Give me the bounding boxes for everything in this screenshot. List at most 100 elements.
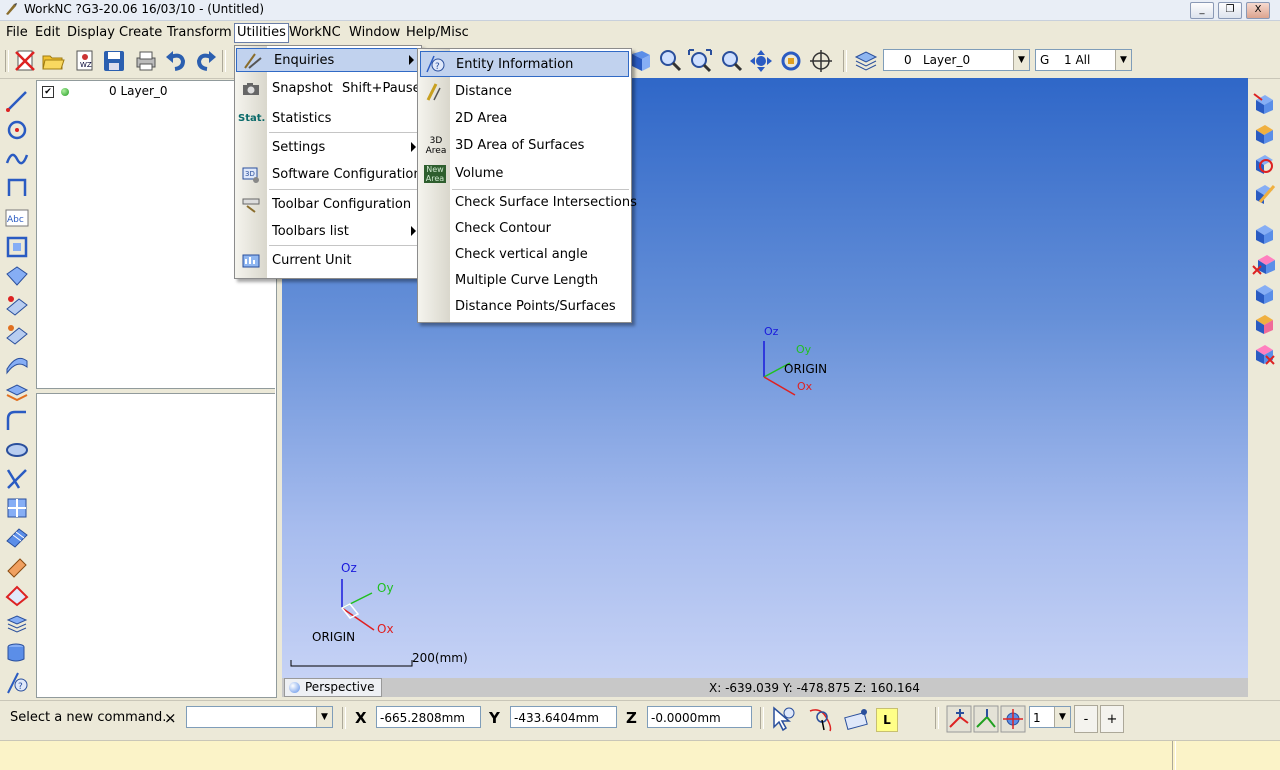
- menu-item-check-vertical-angle[interactable]: Check vertical angle: [418, 243, 631, 267]
- intersect-tool-icon[interactable]: [5, 467, 29, 491]
- fillet-tool-icon[interactable]: [5, 409, 29, 433]
- crosshair-icon[interactable]: [808, 48, 834, 74]
- menu-item-statistics[interactable]: Stat. Statistics: [235, 107, 421, 131]
- plane-tool-icon[interactable]: [5, 583, 29, 607]
- tab-perspective[interactable]: Perspective: [284, 678, 382, 697]
- undo-icon[interactable]: [163, 48, 189, 74]
- menu-window[interactable]: Window: [347, 24, 402, 42]
- ellipse-tool-icon[interactable]: [5, 438, 29, 462]
- database-tool-icon[interactable]: [5, 641, 29, 665]
- text-tool-icon[interactable]: Abc: [5, 206, 29, 230]
- menu-edit[interactable]: Edit: [33, 24, 62, 42]
- x-coordinate-input[interactable]: -665.2808mm: [376, 706, 481, 728]
- snap-stepper-select[interactable]: 1 ▼: [1029, 706, 1071, 728]
- menu-item-volume[interactable]: New Area Volume: [418, 162, 631, 186]
- solid-rotate-icon[interactable]: [1252, 152, 1276, 176]
- spline-tool-icon[interactable]: [5, 147, 29, 171]
- solid-color-icon[interactable]: [1252, 312, 1276, 336]
- solid-info-icon[interactable]: [1252, 222, 1276, 246]
- layer-select[interactable]: 0 Layer_0 ▼: [883, 49, 1030, 71]
- open-folder-icon[interactable]: [40, 48, 66, 74]
- zoom-icon[interactable]: [718, 48, 744, 74]
- layer-visible-checkbox[interactable]: ✔: [42, 86, 54, 98]
- surface-tool-icon[interactable]: [5, 264, 29, 288]
- circle-tool-icon[interactable]: [5, 118, 29, 142]
- increment-button[interactable]: +: [1100, 705, 1124, 733]
- zoom-window-icon[interactable]: [657, 48, 683, 74]
- menu-transform[interactable]: Transform: [165, 24, 234, 42]
- menu-item-distance-points-surfaces[interactable]: Distance Points/Surfaces: [418, 295, 631, 319]
- snap-grid-icon[interactable]: [946, 705, 972, 733]
- mesh-tool-icon[interactable]: [5, 525, 29, 549]
- command-select[interactable]: ▼: [186, 706, 333, 728]
- solid-create-icon[interactable]: [1252, 92, 1276, 116]
- snap-curve-icon[interactable]: [842, 705, 870, 733]
- menu-item-3d-area-of-surfaces[interactable]: 3D Area 3D Area of Surfaces: [418, 134, 631, 158]
- restore-button[interactable]: ❐: [1218, 2, 1242, 19]
- distance-icon: [426, 83, 441, 101]
- clear-command-button[interactable]: ×: [164, 709, 177, 727]
- decrement-button[interactable]: -: [1074, 705, 1098, 733]
- menu-create[interactable]: Create: [117, 24, 164, 42]
- menu-utilities[interactable]: Utilities: [234, 23, 289, 43]
- snap-point-icon[interactable]: [806, 705, 836, 733]
- z-coordinate-input[interactable]: -0.0000mm: [647, 706, 752, 728]
- menu-help-misc[interactable]: Help/Misc: [404, 24, 471, 42]
- menu-file[interactable]: File: [4, 24, 30, 42]
- rotate-view-icon[interactable]: [778, 48, 804, 74]
- surface-stack-icon[interactable]: [5, 380, 29, 404]
- menu-worknc[interactable]: WorkNC: [287, 24, 343, 42]
- save-icon[interactable]: [101, 48, 127, 74]
- chevron-down-icon[interactable]: ▼: [1013, 50, 1029, 70]
- zoom-fit-icon[interactable]: [687, 48, 713, 74]
- surface-offset-icon[interactable]: [5, 322, 29, 346]
- eraser-tool-icon[interactable]: [5, 554, 29, 578]
- menu-item-2d-area[interactable]: 2D Area: [418, 107, 631, 131]
- grid-tool-icon[interactable]: [5, 496, 29, 520]
- redo-icon[interactable]: [193, 48, 219, 74]
- menu-item-toolbar-configuration[interactable]: Toolbar Configuration: [235, 193, 421, 217]
- solid-box-icon[interactable]: [1252, 282, 1276, 306]
- solid-extrude-icon[interactable]: [1252, 122, 1276, 146]
- y-coordinate-input[interactable]: -433.6404mm: [510, 706, 617, 728]
- layers-icon[interactable]: [853, 48, 879, 74]
- menu-item-current-unit[interactable]: Current Unit: [235, 249, 421, 273]
- snap-axis-icon[interactable]: [973, 705, 999, 733]
- polyline-tool-icon[interactable]: [5, 176, 29, 200]
- menu-display[interactable]: Display: [65, 24, 117, 42]
- menu-item-settings[interactable]: Settings: [235, 136, 421, 160]
- new-file-icon[interactable]: [12, 48, 38, 74]
- menu-item-entity-information[interactable]: ? Entity Information: [420, 51, 629, 77]
- solid-edit-icon[interactable]: [1252, 182, 1276, 206]
- menu-item-enquiries[interactable]: Enquiries: [236, 48, 420, 72]
- pick-cursor-icon[interactable]: [768, 705, 796, 733]
- layer-stack-icon[interactable]: [5, 612, 29, 636]
- menu-item-software-configuration[interactable]: 3D Software Configuration: [235, 163, 422, 187]
- mode-badge[interactable]: L: [876, 708, 898, 732]
- minimize-button[interactable]: _: [1190, 2, 1214, 19]
- menu-item-multiple-curve-length[interactable]: Multiple Curve Length: [418, 269, 631, 293]
- layer-row-label[interactable]: 0 Layer_0: [109, 84, 168, 98]
- chevron-down-icon[interactable]: ▼: [316, 707, 332, 727]
- snap-center-icon[interactable]: [1000, 705, 1026, 733]
- line-tool-icon[interactable]: [5, 89, 29, 113]
- group-select[interactable]: G 1 All ▼: [1035, 49, 1132, 71]
- solid-remove-icon[interactable]: [1252, 342, 1276, 366]
- solid-delete-icon[interactable]: [1252, 252, 1276, 276]
- close-button[interactable]: X: [1246, 2, 1270, 19]
- menu-item-toolbars-list[interactable]: Toolbars list: [235, 220, 421, 244]
- frame-tool-icon[interactable]: [5, 235, 29, 259]
- menu-item-snapshot[interactable]: Snapshot Shift+Pause: [235, 77, 421, 101]
- panel-splitter[interactable]: [36, 388, 275, 394]
- surface-extrude-icon[interactable]: [5, 293, 29, 317]
- chevron-down-icon[interactable]: ▼: [1054, 707, 1070, 727]
- menu-item-check-contour[interactable]: Check Contour: [418, 217, 631, 241]
- menu-item-check-surface-intersections[interactable]: Check Surface Intersections: [418, 191, 637, 215]
- wizard-icon[interactable]: WZ: [72, 48, 98, 74]
- entity-information-icon[interactable]: ?: [5, 671, 29, 695]
- print-icon[interactable]: [133, 48, 159, 74]
- chevron-down-icon[interactable]: ▼: [1115, 50, 1131, 70]
- surface-sweep-icon[interactable]: [5, 351, 29, 375]
- pan-icon[interactable]: [748, 48, 774, 74]
- menu-item-distance[interactable]: Distance: [418, 80, 631, 104]
